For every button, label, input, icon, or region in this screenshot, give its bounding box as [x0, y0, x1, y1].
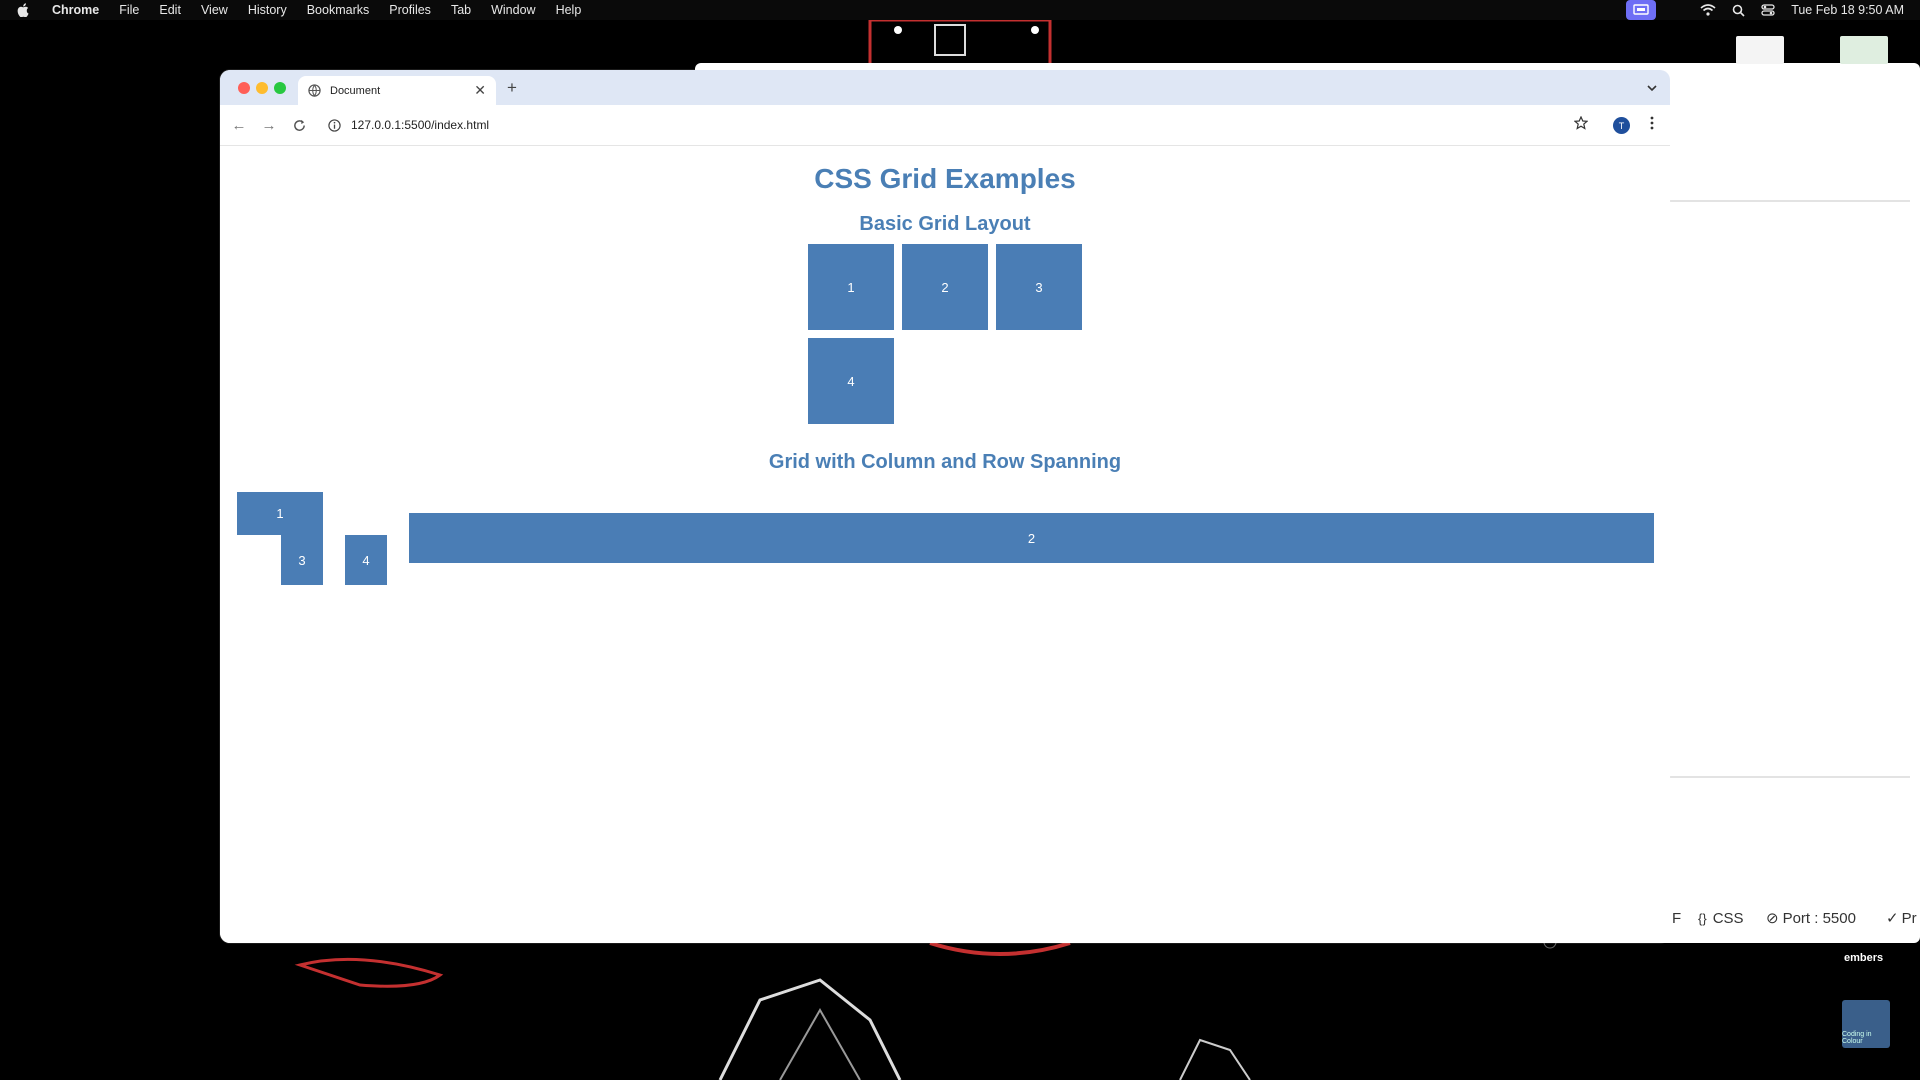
reload-icon[interactable]	[290, 116, 308, 134]
control-center-icon[interactable]	[1761, 4, 1775, 16]
tab-title: Document	[330, 84, 381, 97]
embers-label: embers	[1844, 952, 1884, 964]
back-icon[interactable]: ←	[230, 116, 248, 134]
menubar: Chrome File Edit View History Bookmarks …	[0, 0, 1920, 20]
editor-divider	[1670, 200, 1910, 202]
desktop-thumbnail[interactable]	[1840, 36, 1888, 64]
menu-file[interactable]: File	[119, 3, 139, 17]
more-menu-icon[interactable]	[1650, 116, 1654, 135]
site-info-icon[interactable]	[328, 118, 342, 132]
statusbar-css[interactable]: {} CSS	[1698, 908, 1744, 928]
page-content: CSS Grid Examples Basic Grid Layout 1 2 …	[220, 146, 1670, 943]
spanning-grid-item-4: 4	[345, 535, 387, 585]
wifi-icon[interactable]	[1700, 4, 1716, 16]
apple-icon[interactable]	[16, 3, 30, 17]
menu-view[interactable]: View	[201, 3, 228, 17]
menu-tab[interactable]: Tab	[451, 3, 471, 17]
basic-grid-heading: Basic Grid Layout	[859, 213, 1031, 235]
menu-help[interactable]: Help	[556, 3, 582, 17]
menu-window[interactable]: Window	[491, 3, 535, 17]
channel-logo: Coding in Colour	[1842, 1000, 1890, 1048]
spanning-grid-item-2: 2	[409, 513, 1654, 563]
zoom-window-button[interactable]	[274, 82, 286, 94]
new-tab-button[interactable]: +	[507, 78, 517, 98]
page-title: CSS Grid Examples	[814, 163, 1076, 194]
spanning-grid-heading: Grid with Column and Row Spanning	[768, 451, 1122, 473]
basic-grid-item-2: 2	[902, 244, 988, 330]
close-window-button[interactable]	[238, 82, 250, 94]
close-tab-icon[interactable]: ✕	[474, 82, 486, 99]
browser-toolbar: ← → 127.0.0.1:5500/index.html T	[220, 105, 1670, 146]
basic-grid-item-1: 1	[808, 244, 894, 330]
menu-profiles[interactable]: Profiles	[389, 3, 431, 17]
search-icon[interactable]	[1732, 4, 1745, 17]
no-entry-icon: ⊘	[1766, 910, 1779, 927]
basic-grid-item-3: 3	[996, 244, 1082, 330]
bookmark-star-icon[interactable]	[1573, 115, 1589, 135]
check-icon: ✓	[1886, 910, 1899, 927]
statusbar-tail-label: Pr	[1901, 909, 1917, 927]
desktop-thumbnail[interactable]	[1736, 36, 1784, 64]
menu-history[interactable]: History	[248, 3, 287, 17]
basic-grid-item-4: 4	[808, 338, 894, 424]
globe-icon	[308, 84, 322, 98]
tab-document[interactable]: Document ✕	[298, 76, 496, 105]
chevron-down-icon[interactable]	[1646, 80, 1658, 98]
statusbar-css-label: CSS	[1712, 909, 1744, 927]
menu-chrome[interactable]: Chrome	[52, 3, 99, 17]
statusbar-port-label: Port : 5500	[1782, 909, 1856, 927]
spanning-grid-item-3: 3	[281, 535, 323, 585]
spanning-grid-item-1: 1	[237, 492, 323, 535]
screen-sharing-icon[interactable]	[1626, 0, 1657, 20]
tab-strip: Document ✕ +	[220, 70, 1670, 105]
forward-icon[interactable]: →	[260, 116, 278, 134]
url-text[interactable]: 127.0.0.1:5500/index.html	[351, 118, 489, 132]
menubar-clock[interactable]: Tue Feb 18 9:50 AM	[1791, 3, 1904, 17]
menu-bookmarks[interactable]: Bookmarks	[307, 3, 370, 17]
minimize-window-button[interactable]	[256, 82, 268, 94]
profile-avatar[interactable]: T	[1613, 117, 1630, 134]
braces-icon: {}	[1698, 910, 1707, 926]
logo-text: Coding in Colour	[1842, 1031, 1872, 1045]
statusbar-port[interactable]: ⊘ Port : 5500	[1766, 908, 1856, 928]
statusbar-prettier[interactable]: ✓ Pr	[1886, 908, 1917, 928]
browser-window: Document ✕ + ← → 127.0.0.1:5500/index.ht…	[220, 70, 1670, 943]
address-bar[interactable]: 127.0.0.1:5500/index.html	[320, 111, 1600, 139]
editor-divider	[1670, 776, 1910, 778]
menu-edit[interactable]: Edit	[159, 3, 181, 17]
statusbar-f: F	[1672, 909, 1682, 927]
